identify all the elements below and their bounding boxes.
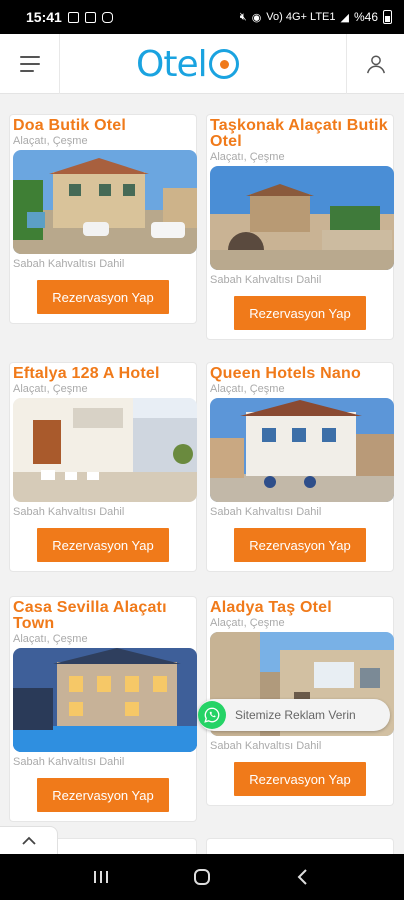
system-nav-bar [0,854,404,900]
hotel-location: Alaçatı, Çeşme [210,383,285,395]
hotel-photo[interactable] [13,648,197,752]
user-icon [366,55,385,74]
home-icon [193,869,210,885]
chevron-up-icon [21,836,36,845]
meal-info: Sabah Kahvaltısı Dahil [13,258,125,270]
status-time: 15:41 [26,9,62,25]
gallery-notification-icon [67,11,79,23]
hotel-card-partial [206,838,394,854]
hotel-card: Casa Sevilla Alaçatı Town Alaçatı, Çeşme… [9,596,197,822]
hotel-location: Alaçatı, Çeşme [210,617,285,629]
signal-icon: ◢ [340,11,349,24]
hotel-photo[interactable] [210,398,394,502]
recents-button[interactable] [81,857,121,897]
battery-text: %46 [353,10,378,24]
hotel-location: Alaçatı, Çeşme [210,151,285,163]
hotel-card: Taşkonak Alaçatı Butik Otel Alaçatı, Çeş… [206,114,394,340]
meal-info: Sabah Kahvaltısı Dahil [210,274,322,286]
hotel-list: Doa Butik Otel Alaçatı, Çeşme Sabah Kahv… [0,94,404,854]
meal-info: Sabah Kahvaltısı Dahil [13,506,125,518]
back-icon [297,869,308,885]
reservation-button[interactable]: Rezervasyon Yap [37,528,169,562]
hotel-name[interactable]: Casa Sevilla Alaçatı Town [13,600,193,632]
app-header: Otel [0,34,404,94]
hotel-location: Alaçatı, Çeşme [13,633,88,645]
user-account-button[interactable] [346,34,404,94]
hotel-name[interactable]: Eftalya 128 A Hotel [13,366,193,382]
home-button[interactable] [182,857,222,897]
hamburger-icon [19,56,40,58]
instagram-notification-icon [101,11,113,23]
location-icon: ◉ [251,11,262,24]
hotel-card: Queen Hotels Nano Alaçatı, Çeşme Sabah K… [206,362,394,572]
hotel-card: Eftalya 128 A Hotel Alaçatı, Çeşme Sabah… [9,362,197,572]
hotel-photo[interactable] [13,150,197,254]
hotel-name[interactable]: Queen Hotels Nano [210,366,390,382]
reservation-button[interactable]: Rezervasyon Yap [234,762,366,796]
hotel-card: Doa Butik Otel Alaçatı, Çeşme Sabah Kahv… [9,114,197,324]
menu-button[interactable] [0,34,60,94]
hotel-location: Alaçatı, Çeşme [13,135,88,147]
mute-icon: 🔇︎ [239,10,247,23]
reservation-button[interactable]: Rezervasyon Yap [37,280,169,314]
whatsapp-icon [198,701,226,729]
battery-icon [383,10,392,24]
hotel-name[interactable]: Aladya Taş Otel [210,600,390,616]
logo-text: Otel [136,43,208,85]
hotel-photo[interactable] [210,166,394,270]
reservation-button[interactable]: Rezervasyon Yap [234,528,366,562]
site-logo[interactable]: Otel [136,42,239,86]
hotel-photo[interactable] [13,398,197,502]
hotel-name[interactable]: Taşkonak Alaçatı Butik Otel [210,118,390,150]
meal-info: Sabah Kahvaltısı Dahil [13,756,125,768]
image-notification-icon [84,11,96,23]
whatsapp-advertise-button[interactable]: Sitemize Reklam Verin [198,699,390,731]
network-status: Vo) 4G+ LTE1 [266,11,336,23]
scroll-top-button[interactable] [0,826,58,854]
hotel-name[interactable]: Doa Butik Otel [13,118,193,134]
meal-info: Sabah Kahvaltısı Dahil [210,506,322,518]
reservation-button[interactable]: Rezervasyon Yap [234,296,366,330]
whatsapp-label: Sitemize Reklam Verin [235,708,356,722]
logo-mark-icon [208,49,239,79]
back-button[interactable] [283,857,323,897]
recents-icon [93,871,108,883]
status-bar: 15:41 🔇︎ ◉ Vo) 4G+ LTE1 ◢ %46 [0,0,404,34]
meal-info: Sabah Kahvaltısı Dahil [210,740,322,752]
hotel-location: Alaçatı, Çeşme [13,383,88,395]
reservation-button[interactable]: Rezervasyon Yap [37,778,169,812]
